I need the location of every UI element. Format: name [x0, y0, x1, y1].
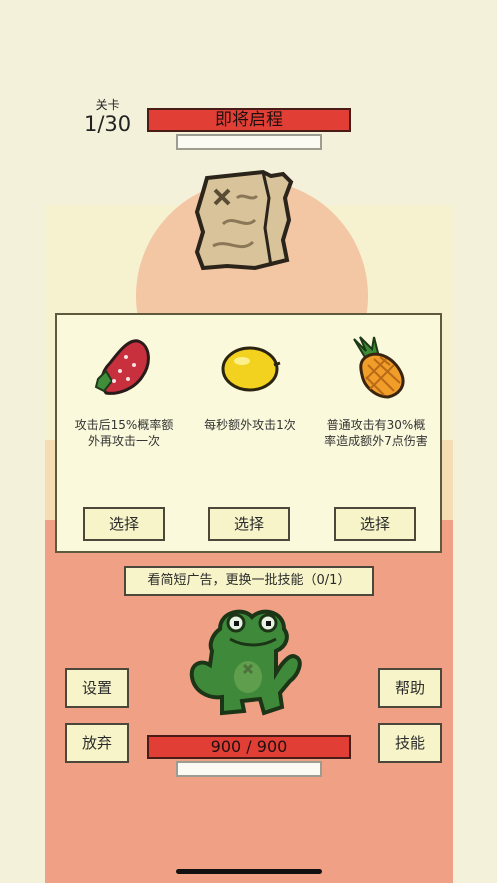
skills-button[interactable]: 技能	[378, 723, 442, 763]
enemy-name-bar: 即将启程	[147, 108, 351, 132]
select-skill-3-button[interactable]: 选择	[334, 507, 416, 541]
pineapple-icon	[353, 336, 405, 399]
give-up-button[interactable]: 放弃	[65, 723, 129, 763]
skill-card-1: 攻击后15%概率额外再攻击一次	[69, 335, 179, 449]
home-indicator[interactable]	[176, 869, 322, 874]
frog-icon	[189, 609, 302, 716]
player-energy-bar	[176, 761, 322, 777]
stage-label: 关卡	[95, 98, 120, 112]
treasure-map-icon	[194, 169, 294, 271]
stage-value: 1/30	[84, 112, 132, 136]
player-hp-bar: 900 / 900	[147, 735, 351, 759]
settings-button[interactable]: 设置	[65, 668, 129, 708]
strawberry-icon	[94, 339, 150, 395]
game-scene: 关卡 1/30 即将启程 攻击后15%概率额外再攻击一次 每秒额外攻击1次 普通…	[0, 0, 497, 883]
select-skill-1-button[interactable]: 选择	[83, 507, 165, 541]
help-button[interactable]: 帮助	[378, 668, 442, 708]
skill-description: 普通攻击有30%概率造成额外7点伤害	[324, 418, 428, 448]
skill-card-3: 普通攻击有30%概率造成额外7点伤害	[321, 335, 431, 449]
watch-ad-refresh-button[interactable]: 看简短广告，更换一批技能（0/1）	[124, 566, 374, 596]
skill-select-panel: 攻击后15%概率额外再攻击一次 每秒额外攻击1次 普通攻击有30%概率造成额外7…	[55, 313, 442, 553]
skill-description: 每秒额外攻击1次	[204, 418, 296, 432]
stage-counter: 关卡 1/30	[84, 96, 131, 135]
select-skill-2-button[interactable]: 选择	[208, 507, 290, 541]
skill-description: 攻击后15%概率额外再攻击一次	[74, 418, 174, 448]
lemon-icon	[221, 346, 281, 392]
enemy-progress-bar	[176, 134, 322, 150]
skill-card-2: 每秒额外攻击1次	[195, 335, 305, 433]
